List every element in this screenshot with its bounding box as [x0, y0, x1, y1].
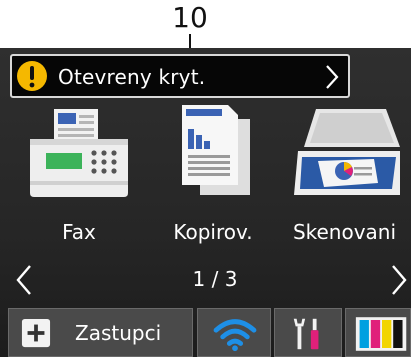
add-icon: [21, 318, 51, 348]
copy-icon: [182, 105, 250, 195]
status-alert-bar[interactable]: Otevreny kryt.: [10, 54, 350, 98]
wifi-button[interactable]: [197, 308, 271, 357]
chevron-right-icon[interactable]: [389, 263, 409, 297]
chevron-left-icon[interactable]: [14, 263, 34, 297]
settings-button[interactable]: [274, 308, 342, 357]
scan-tile[interactable]: Skenovani: [278, 103, 411, 253]
wifi-icon: [213, 319, 257, 352]
copy-label: Kopirov.: [173, 220, 253, 244]
tools-icon: [293, 318, 319, 350]
chevron-right-icon: [326, 65, 339, 89]
fax-icon: [30, 109, 128, 197]
fax-tile[interactable]: Fax: [14, 103, 144, 253]
bottom-bar: Zastupci: [0, 308, 411, 357]
status-message: Otevreny kryt.: [58, 65, 206, 89]
scan-label: Skenovani: [292, 220, 397, 244]
fax-label: Fax: [62, 220, 96, 244]
callout-number: 10: [172, 1, 208, 34]
shortcuts-button[interactable]: Zastupci: [8, 308, 193, 357]
shortcuts-label: Zastupci: [75, 321, 162, 345]
scanner-icon: [294, 109, 400, 195]
page-indicator: 1 / 3: [192, 267, 238, 291]
warning-icon: [17, 61, 47, 91]
ink-button[interactable]: [345, 308, 411, 357]
touchscreen: Otevreny kryt. Fax Kopirov. Skenovani 1 …: [0, 48, 411, 357]
ink-cartridges-icon: [355, 317, 407, 351]
copy-tile[interactable]: Kopirov.: [148, 103, 278, 253]
